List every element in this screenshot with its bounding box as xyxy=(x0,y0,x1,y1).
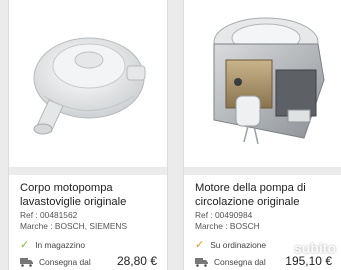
stock-status: ✓ In magazzino xyxy=(20,239,86,251)
delivery-info: Consegna dal xyxy=(20,257,91,267)
product-image[interactable] xyxy=(184,0,341,166)
product-price: 28,80 € xyxy=(116,254,157,268)
pump-motor-image xyxy=(213,17,325,145)
check-icon: ✓ xyxy=(195,239,205,251)
product-brand: Marche : BOSCH, SIEMENS xyxy=(20,221,128,231)
delivery-info: Consegna dal xyxy=(195,257,266,267)
subito-logo-icon xyxy=(277,241,291,255)
subito-watermark: subito xyxy=(277,240,336,256)
divider xyxy=(9,167,167,175)
pump-housing-image xyxy=(33,37,146,135)
product-title[interactable]: Corpo motopompa lavastoviglie originale xyxy=(20,181,162,209)
product-ref: Ref : 00481562 xyxy=(20,210,78,220)
product-card[interactable]: Motore della pompa di circolazione origi… xyxy=(183,0,341,270)
product-card[interactable]: Corpo motopompa lavastoviglie originale … xyxy=(8,0,168,270)
truck-icon xyxy=(195,257,208,267)
product-price: 195,10 € xyxy=(285,254,332,268)
product-title[interactable]: Motore della pompa di circolazione origi… xyxy=(195,181,337,209)
product-image[interactable] xyxy=(9,0,167,166)
check-icon: ✓ xyxy=(20,239,30,251)
product-ref: Ref : 00490984 xyxy=(195,210,253,220)
truck-icon xyxy=(20,257,33,267)
product-brand: Marche : BOSCH xyxy=(195,221,260,231)
stock-status: ✓ Su ordinazione xyxy=(195,239,267,251)
divider xyxy=(184,167,341,175)
